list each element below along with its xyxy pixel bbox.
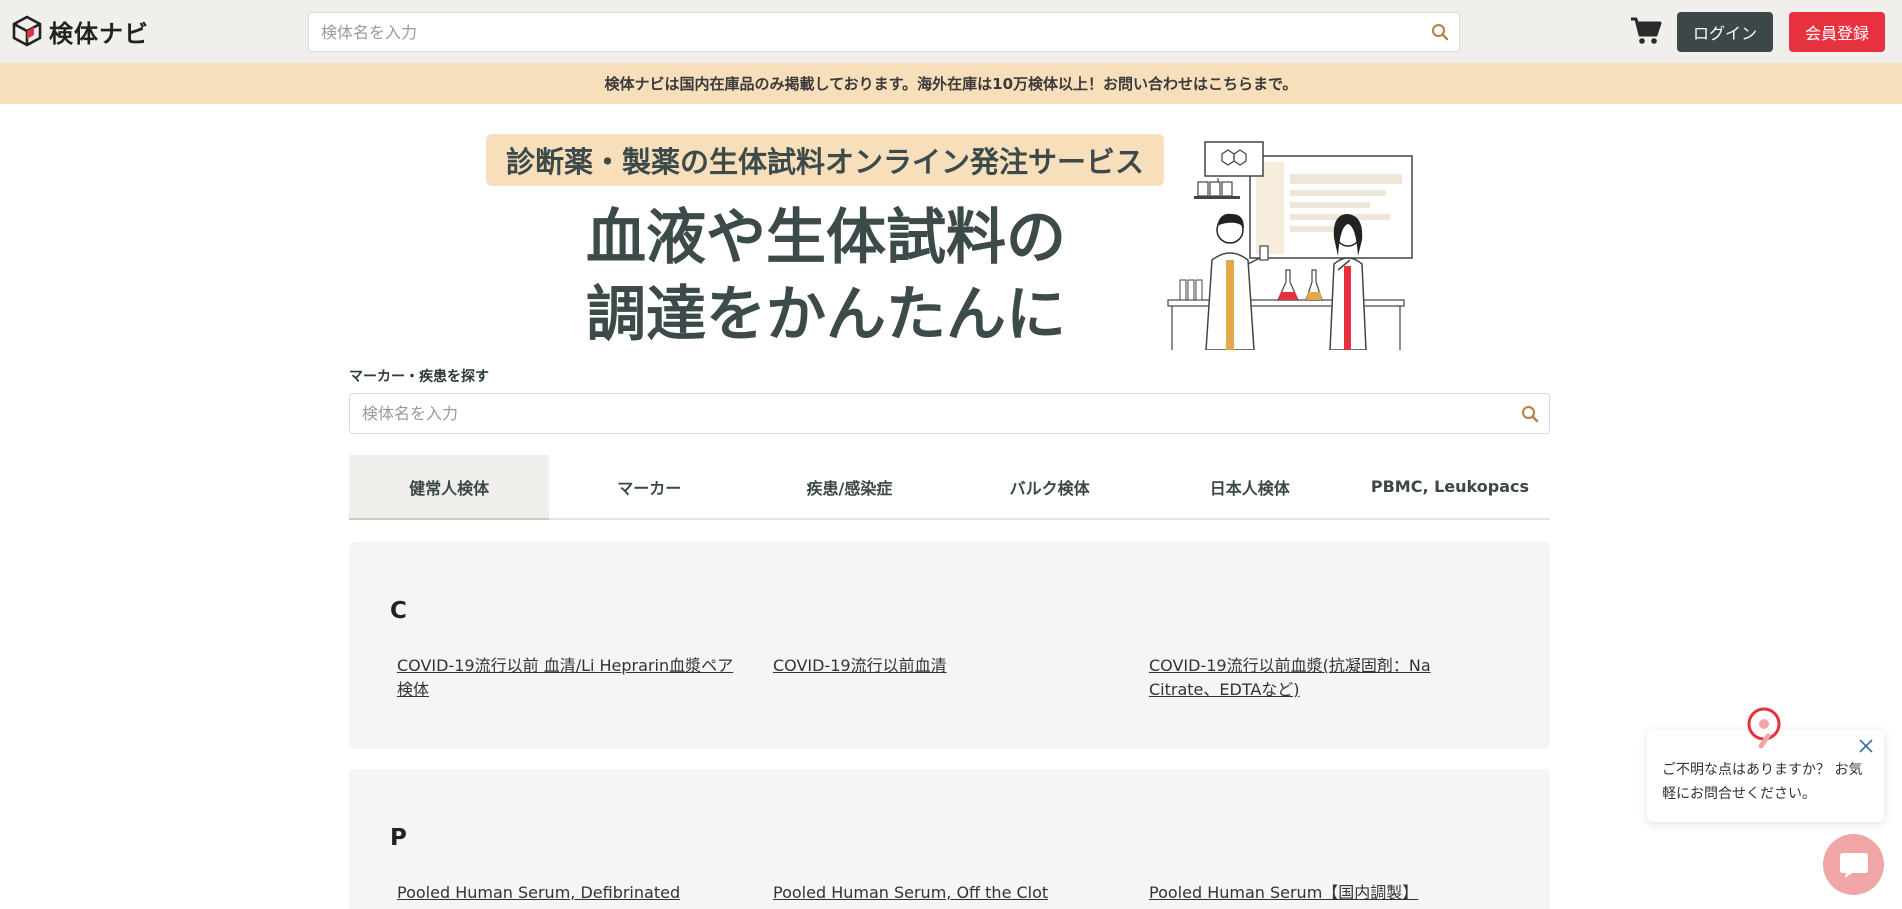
- header-search-box: [308, 12, 1460, 52]
- specimen-link[interactable]: COVID-19流行以前 血清/Li Heprarin血漿ペア検体: [397, 654, 747, 702]
- site-header: 検体ナビ ログイン 会員登録: [0, 0, 1902, 63]
- site-logo[interactable]: 検体ナビ: [12, 15, 149, 48]
- cart-icon[interactable]: [1630, 16, 1662, 46]
- specimen-link[interactable]: Pooled Human Serum, Defibrinated: [397, 881, 747, 905]
- tab-japanese-specimens[interactable]: 日本人検体: [1150, 455, 1350, 518]
- specimen-link[interactable]: Pooled Human Serum, Off the Clot: [773, 881, 1123, 905]
- section-card-p: P Pooled Human Serum, Defibrinated Poole…: [349, 769, 1550, 909]
- specimen-link[interactable]: Pooled Human Serum【国内調製】: [1149, 881, 1499, 905]
- section-letter: P: [390, 825, 407, 851]
- hero-badge: 診断薬・製薬の生体試料オンライン発注サービス: [486, 134, 1164, 186]
- tab-markers[interactable]: マーカー: [549, 455, 749, 518]
- marker-search-label: マーカー・疾患を探す: [349, 369, 489, 385]
- close-icon[interactable]: [1858, 738, 1874, 754]
- chat-open-button[interactable]: [1823, 834, 1884, 895]
- chat-bubble-icon: [1839, 852, 1868, 878]
- search-icon[interactable]: [1431, 23, 1449, 41]
- hero-title-line1: 血液や生体試料の: [586, 203, 1066, 273]
- hero-title-line2: 調達をかんたんに: [586, 280, 1066, 350]
- marker-search-box: [349, 393, 1550, 434]
- logo-text: 検体ナビ: [49, 19, 149, 48]
- box-logo-icon: [12, 15, 42, 47]
- chat-message: ご不明な点はありますか？ お気軽にお問合せください。: [1662, 762, 1863, 802]
- header-search-input[interactable]: [309, 13, 1409, 51]
- notice-banner[interactable]: 検体ナビは国内在庫品のみ掲載しております。海外在庫は10万検体以上！お問い合わせ…: [0, 63, 1902, 104]
- specimen-link[interactable]: COVID-19流行以前血漿(抗凝固剤：Na Citrate、EDTAなど): [1149, 654, 1499, 702]
- marker-search-input[interactable]: [350, 394, 1490, 433]
- lab-scientists-illustration: [1167, 141, 1413, 350]
- login-button[interactable]: ログイン: [1677, 12, 1773, 52]
- notice-text[interactable]: 検体ナビは国内在庫品のみ掲載しております。海外在庫は10万検体以上！お問い合わせ…: [605, 73, 1298, 94]
- specimen-link[interactable]: COVID-19流行以前血清: [773, 654, 1123, 678]
- section-letter: C: [390, 598, 407, 624]
- tab-pbmc[interactable]: PBMC, Leukopacs: [1350, 455, 1550, 518]
- category-tabs: 健常人検体 マーカー 疾患/感染症 バルク検体 日本人検体 PBMC, Leuk…: [349, 455, 1550, 520]
- section-card-c: C COVID-19流行以前 血清/Li Heprarin血漿ペア検体 COVI…: [349, 542, 1550, 749]
- register-button[interactable]: 会員登録: [1789, 12, 1885, 52]
- magnifier-mascot-icon: [1747, 707, 1781, 749]
- search-icon[interactable]: [1521, 405, 1539, 423]
- tab-bulk-specimens[interactable]: バルク検体: [950, 455, 1150, 518]
- hero-title: 血液や生体試料の 調達をかんたんに: [586, 200, 1106, 354]
- tab-diseases[interactable]: 疾患/感染症: [749, 455, 949, 518]
- tab-healthy-specimens[interactable]: 健常人検体: [349, 455, 550, 520]
